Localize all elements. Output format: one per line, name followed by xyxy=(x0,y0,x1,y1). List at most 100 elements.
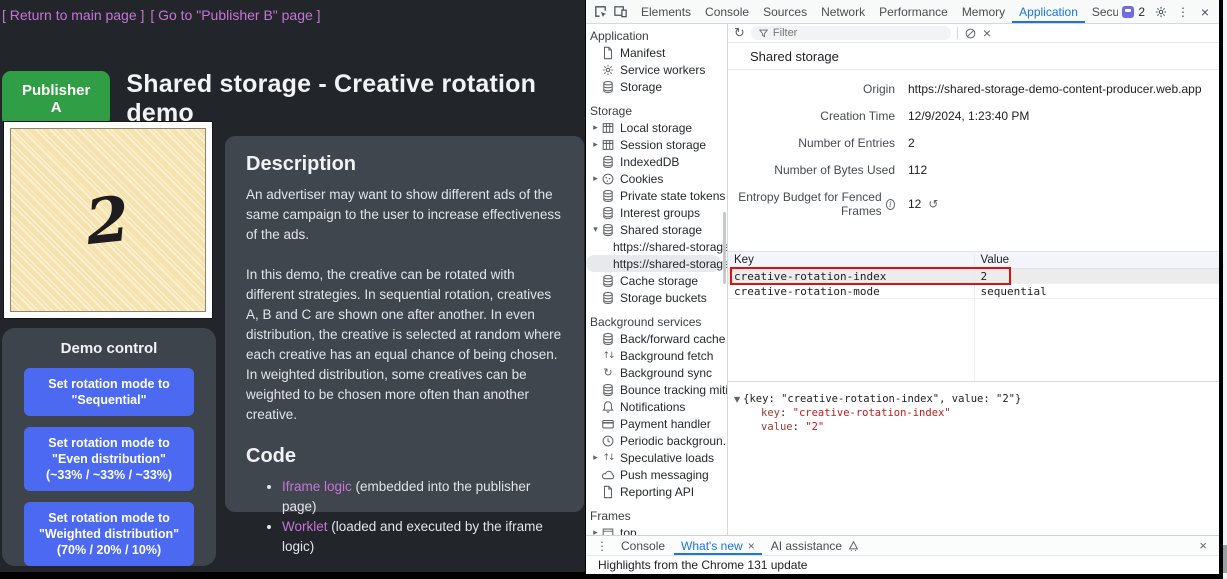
tab-memory[interactable]: Memory xyxy=(955,0,1012,23)
edge-scrollbar-thumb[interactable] xyxy=(1223,545,1227,573)
filter-input[interactable] xyxy=(773,27,933,39)
delete-selected-icon[interactable]: × xyxy=(983,25,991,41)
sidebar-scrollbar[interactable] xyxy=(723,212,726,284)
publisher-a-badge[interactable]: Publisher A xyxy=(2,71,110,127)
chevron-down-icon: ▾ xyxy=(590,225,601,235)
sidebar-item-cache-storage[interactable]: Cache storage xyxy=(586,272,727,289)
sidebar-item-manifest[interactable]: Manifest xyxy=(586,44,727,61)
cell-key: creative-rotation-mode xyxy=(728,285,974,298)
up-down-arrows-icon: ↑↓ xyxy=(601,451,615,465)
sidebar-item-background-fetch[interactable]: ↑↓Background fetch xyxy=(586,347,727,364)
cell-key: creative-rotation-index xyxy=(728,270,974,283)
sidebar-section-storage: Storage xyxy=(586,102,727,119)
device-toolbar-icon[interactable] xyxy=(610,3,630,21)
settings-gear-icon[interactable] xyxy=(1151,3,1171,21)
close-devtools-icon[interactable]: × xyxy=(1195,3,1215,21)
sidebar-section-frames: Frames xyxy=(586,507,727,524)
table-row[interactable]: creative-rotation-index 2 xyxy=(728,269,1219,284)
notifications-badge[interactable]: 2 xyxy=(1118,5,1149,19)
tab-security[interactable]: Security xyxy=(1085,0,1118,23)
sidebar-item-service-workers[interactable]: Service workers xyxy=(586,61,727,78)
tab-console[interactable]: Console xyxy=(698,0,756,23)
meta-row-creation-time: Creation Time 12/9/2024, 1:23:40 PM xyxy=(728,109,1219,123)
sidebar-item-payment-handler[interactable]: Payment handler xyxy=(586,415,727,432)
description-paragraph-1: An advertiser may want to show different… xyxy=(246,185,563,245)
chevron-right-icon: ▸ xyxy=(590,123,601,133)
sidebar-item-top-frame[interactable]: ▸top xyxy=(586,524,727,535)
devtools-drawer: ⋮ Console What's new× AI assistance × Hi… xyxy=(586,535,1219,574)
inspect-element-icon[interactable] xyxy=(590,3,610,21)
key-value-table: Key Value creative-rotation-index 2 crea… xyxy=(728,251,1219,381)
set-sequential-button[interactable]: Set rotation mode to "Sequential" xyxy=(24,368,194,416)
sidebar-item-shared-storage-origin-1[interactable]: https://shared-storage... xyxy=(586,238,727,255)
drawer-tab-whats-new[interactable]: What's new× xyxy=(674,536,762,555)
whats-new-badge-icon xyxy=(1122,6,1134,18)
whats-new-content: Highlights from the Chrome 131 update xyxy=(586,556,1219,574)
sidebar-section-application: Application xyxy=(586,27,727,44)
sidebar-item-session-storage[interactable]: ▸Session storage xyxy=(586,136,727,153)
panel-toolbar: ↻ × xyxy=(728,24,1219,43)
sidebar-item-back-forward-cache[interactable]: Back/forward cache xyxy=(586,330,727,347)
sidebar-item-background-sync[interactable]: ↻Background sync xyxy=(586,364,727,381)
sidebar-item-indexeddb[interactable]: IndexedDB xyxy=(586,153,727,170)
cell-value: sequential xyxy=(974,285,1220,298)
meta-row-origin: Origin https://shared-storage-demo-conte… xyxy=(728,82,1219,96)
drawer-menu-icon[interactable]: ⋮ xyxy=(592,539,612,553)
worklet-link[interactable]: Worklet xyxy=(282,519,328,534)
creative-digit: 2 xyxy=(83,181,134,258)
sidebar-item-notifications[interactable]: Notifications xyxy=(586,398,727,415)
meta-row-number-of-entries: Number of Entries 2 xyxy=(728,136,1219,150)
description-paragraph-2: In this demo, the creative can be rotate… xyxy=(246,265,563,425)
table-row[interactable]: creative-rotation-mode sequential xyxy=(728,284,1219,299)
window-edge-strip xyxy=(1223,0,1227,579)
preview-summary[interactable]: ▼{key: "creative-rotation-index", value:… xyxy=(734,393,1213,406)
sidebar-item-storage[interactable]: Storage xyxy=(586,78,727,95)
sidebar-item-storage-buckets[interactable]: Storage buckets xyxy=(586,289,727,306)
set-even-distribution-button[interactable]: Set rotation mode to "Even distribution"… xyxy=(24,427,194,491)
column-header-value[interactable]: Value xyxy=(974,254,1220,266)
sidebar-item-cookies[interactable]: ▸Cookies xyxy=(586,170,727,187)
tab-network[interactable]: Network xyxy=(814,0,872,23)
tab-performance[interactable]: Performance xyxy=(872,0,955,23)
close-drawer-icon[interactable]: × xyxy=(1193,538,1213,553)
meta-value: https://shared-storage-demo-content-prod… xyxy=(895,82,1202,96)
sidebar-item-periodic-background-sync[interactable]: Periodic backgroun... xyxy=(586,432,727,449)
drawer-tab-console[interactable]: Console xyxy=(614,536,672,555)
drawer-tab-ai-assistance[interactable]: AI assistance xyxy=(764,536,867,555)
chevron-right-icon: ▸ xyxy=(590,528,601,536)
publisher-page: [ Return to main page ] [ Go to "Publish… xyxy=(0,0,585,572)
clear-all-icon[interactable] xyxy=(964,27,977,40)
sidebar-item-local-storage[interactable]: ▸Local storage xyxy=(586,119,727,136)
list-item: Iframe logic (embedded into the publishe… xyxy=(282,477,563,517)
tab-sources[interactable]: Sources xyxy=(756,0,814,23)
column-header-key[interactable]: Key xyxy=(728,254,974,266)
tab-elements[interactable]: Elements xyxy=(634,0,698,23)
sidebar-item-private-state-tokens[interactable]: Private state tokens xyxy=(586,187,727,204)
sidebar-item-push-messaging[interactable]: Push messaging xyxy=(586,466,727,483)
sidebar-item-shared-storage-origin-2[interactable]: https://shared-storage... xyxy=(586,255,721,272)
reset-budget-icon[interactable]: ↺ xyxy=(928,197,938,211)
expander-down-icon[interactable]: ▼ xyxy=(734,395,740,404)
refresh-icon[interactable]: ↻ xyxy=(734,26,745,41)
close-tab-icon[interactable]: × xyxy=(748,539,755,553)
sidebar-item-speculative-loads[interactable]: ▸↑↓Speculative loads xyxy=(586,449,727,466)
return-main-link[interactable]: [ Return to main page ] xyxy=(2,7,144,23)
ad-creative-frame[interactable]: 2 xyxy=(4,122,212,318)
sidebar-item-interest-groups[interactable]: Interest groups xyxy=(586,204,727,221)
tab-application[interactable]: Application xyxy=(1012,0,1085,23)
info-icon[interactable]: i xyxy=(886,199,895,210)
publisher-b-link[interactable]: [ Go to "Publisher B" page ] xyxy=(150,7,320,23)
demo-control-title: Demo control xyxy=(2,340,216,357)
entry-preview-pane: ▼{key: "creative-rotation-index", value:… xyxy=(728,381,1219,535)
sidebar-item-shared-storage[interactable]: ▾Shared storage xyxy=(586,221,727,238)
iframe-logic-link[interactable]: Iframe logic xyxy=(282,479,352,494)
sidebar-item-reporting-api[interactable]: Reporting API xyxy=(586,483,727,500)
drawer-tabbar: ⋮ Console What's new× AI assistance × xyxy=(586,536,1219,556)
sync-icon: ↻ xyxy=(601,366,615,380)
set-weighted-distribution-button[interactable]: Set rotation mode to "Weighted distribut… xyxy=(24,502,194,566)
sidebar-item-bounce-tracking[interactable]: Bounce tracking miti... xyxy=(586,381,727,398)
whats-new-headline[interactable]: Highlights from the Chrome 131 update xyxy=(598,558,807,572)
kebab-menu-icon[interactable]: ⋮ xyxy=(1173,3,1193,21)
filter-box[interactable] xyxy=(751,26,951,40)
preview-property: value: "2" xyxy=(734,421,1213,434)
